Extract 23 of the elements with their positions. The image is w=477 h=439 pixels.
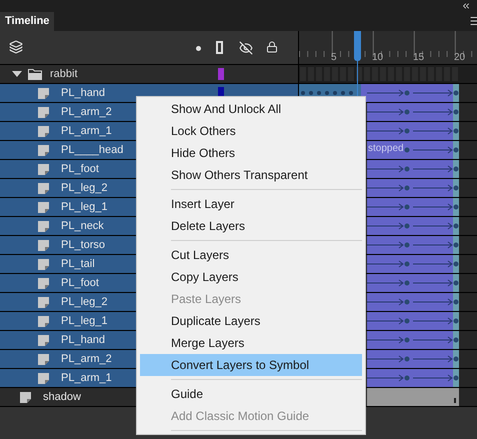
layer-name: PL_leg_2	[61, 180, 108, 196]
layer-name: PL_tail	[61, 256, 95, 272]
layer-name: PL_leg_1	[61, 314, 108, 329]
layer-name: PL_arm_1	[61, 124, 112, 139]
layer-name: PL_neck	[61, 218, 104, 234]
layer-name: PL_foot	[61, 162, 99, 177]
frame-label: stopped	[368, 143, 404, 155]
layer-name: PL____head	[61, 142, 124, 158]
layer-name: PL_foot	[61, 276, 99, 291]
layer-name: PL_leg_2	[61, 294, 108, 310]
frame-number: 5	[331, 51, 337, 65]
layer-name: PL_arm_2	[61, 104, 112, 120]
layer-name: PL_arm_2	[61, 352, 112, 367]
frame-number: 15	[413, 51, 424, 65]
layer-name: PL_torso	[61, 238, 106, 253]
layer-name: PL_arm_1	[61, 370, 112, 386]
layer-name: PL_hand	[61, 332, 106, 348]
layer-name: PL_leg_1	[61, 200, 108, 215]
layer-name: shadow	[43, 390, 81, 405]
frame-number: 20	[454, 51, 466, 65]
layer-name: PL_hand	[61, 86, 106, 101]
frame-number: 10	[372, 51, 384, 65]
folder-name: rabbit	[50, 66, 78, 82]
